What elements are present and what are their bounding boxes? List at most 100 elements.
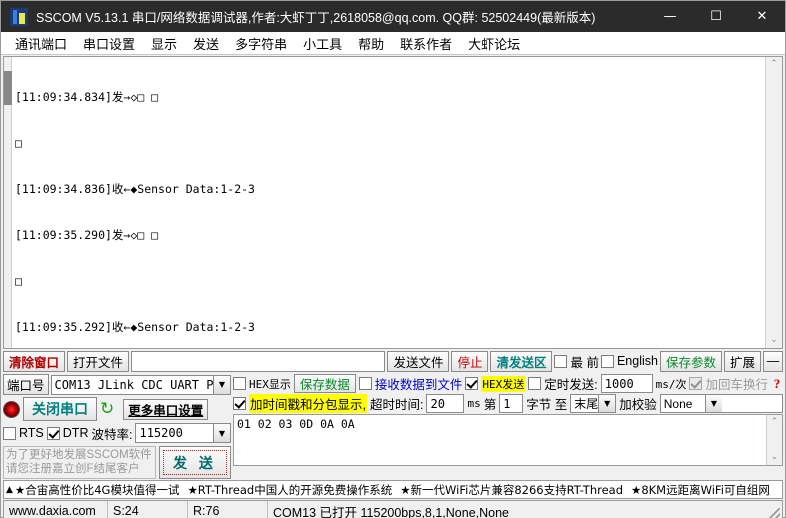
timed-send-checkbox-wrap[interactable]: 定时发送: xyxy=(528,374,598,393)
app-logo-icon xyxy=(10,7,28,26)
close-port-button[interactable]: 关闭串口 xyxy=(23,397,97,421)
options-row-2: 加时间戳和分包显示, 超时时间: 20 ms 第 1 字节 至 末尾 ▼ 加校验… xyxy=(233,394,783,413)
send-data-editor[interactable]: 01 02 03 0D 0A 0A ⌃ ⌄ xyxy=(233,414,783,466)
recv-to-file-checkbox-wrap[interactable]: 接收数据到文件 xyxy=(358,374,463,393)
receive-text[interactable]: [11:09:34.834]发→◇□ □ □ [11:09:34.836]收←◆… xyxy=(12,57,765,348)
open-file-button[interactable]: 打开文件 xyxy=(67,350,130,372)
minimize-button[interactable]: — xyxy=(647,1,693,32)
timed-send-input[interactable]: 1000 xyxy=(600,374,653,393)
english-checkbox-wrap[interactable]: English xyxy=(600,354,658,368)
menu-bar: 通讯端口 串口设置 显示 发送 多字符串 小工具 帮助 联系作者 大虾论坛 xyxy=(1,32,785,55)
clear-send-area-button[interactable]: 清发送区 xyxy=(490,350,553,372)
chevron-down-icon[interactable]: ▼ xyxy=(705,395,722,412)
dtr-checkbox[interactable] xyxy=(46,426,60,440)
file-path-input[interactable] xyxy=(131,350,386,372)
topmost-checkbox[interactable] xyxy=(554,354,568,368)
port-row: 端口号 COM13 JLink CDC UART Port ▼ xyxy=(3,374,231,395)
crlf-checkbox-wrap[interactable]: 加回车换行 xyxy=(689,374,768,393)
crlf-checkbox xyxy=(689,377,703,390)
topmost-label: 最 前 xyxy=(570,355,599,370)
menu-item-comm-port[interactable]: 通讯端口 xyxy=(7,32,75,55)
collapse-button[interactable]: — xyxy=(763,350,783,372)
clear-window-button[interactable]: 清除窗口 xyxy=(3,350,66,372)
ad-item[interactable]: ★合宙高性价比4G模块值得一试 xyxy=(15,482,180,498)
receive-left-scrollbar-thumb[interactable] xyxy=(4,71,12,105)
timestamp-checkbox-wrap[interactable]: 加时间戳和分包显示, xyxy=(233,394,367,413)
scroll-down-icon[interactable]: ⌄ xyxy=(770,333,778,348)
save-data-button[interactable]: 保存数据 xyxy=(293,374,356,393)
maximize-button[interactable]: ☐ xyxy=(693,1,739,32)
menu-item-help[interactable]: 帮助 xyxy=(350,32,392,55)
hex-send-checkbox-wrap[interactable]: HEX发送 xyxy=(465,375,526,392)
send-data-text[interactable]: 01 02 03 0D 0A 0A xyxy=(234,415,766,465)
rts-label: RTS xyxy=(19,426,44,440)
receive-right-scrollbar[interactable]: ⌃ ⌄ xyxy=(765,57,782,348)
ad-item[interactable]: ★8KM远距离WiFi可自组网 xyxy=(631,482,770,498)
port-select[interactable]: COM13 JLink CDC UART Port ▼ xyxy=(50,374,231,395)
send-file-button[interactable]: 发送文件 xyxy=(387,350,450,372)
save-params-button[interactable]: 保存参数 xyxy=(659,350,722,372)
topmost-checkbox-wrap[interactable]: 最 前 xyxy=(554,352,599,371)
extend-button[interactable]: 扩展 xyxy=(723,350,761,372)
timed-send-checkbox[interactable] xyxy=(528,377,542,390)
status-website[interactable]: www.daxia.com xyxy=(4,501,108,518)
stop-button[interactable]: 停止 xyxy=(451,350,489,372)
status-received-count: R:76 xyxy=(188,501,268,518)
byte-from-input[interactable]: 1 xyxy=(499,394,524,413)
menu-item-contact-author[interactable]: 联系作者 xyxy=(392,32,460,55)
timed-send-unit: ms/次 xyxy=(655,377,687,391)
menu-item-display[interactable]: 显示 xyxy=(143,32,185,55)
hex-display-checkbox[interactable] xyxy=(233,377,246,390)
scroll-down-icon[interactable]: ⌄ xyxy=(771,450,779,465)
recv-to-file-checkbox[interactable] xyxy=(358,377,372,390)
ad-item[interactable]: ★RT-Thread中国人的开源免费操作系统 xyxy=(187,482,392,498)
byte-mid-label: 字节 至 xyxy=(526,398,568,412)
menu-item-tools[interactable]: 小工具 xyxy=(295,32,350,55)
ad-banner[interactable]: ▲ ★合宙高性价比4G模块值得一试 ★RT-Thread中国人的开源免费操作系统… xyxy=(3,480,783,499)
status-sent-count: S:24 xyxy=(108,501,188,518)
chevron-down-icon[interactable]: ▼ xyxy=(213,424,230,442)
log-line: [11:09:35.290]发→◇□ □ xyxy=(15,228,159,242)
menu-item-multi-string[interactable]: 多字符串 xyxy=(227,32,295,55)
serial-config-column: 端口号 COM13 JLink CDC UART Port ▼ 关闭串口 ↻ 更… xyxy=(3,374,231,479)
byte-to-select[interactable]: 末尾 ▼ xyxy=(570,394,617,413)
chevron-down-icon[interactable]: ▼ xyxy=(598,395,616,412)
menu-item-send[interactable]: 发送 xyxy=(185,32,227,55)
checksum-value: None xyxy=(663,396,693,411)
recv-to-file-label: 接收数据到文件 xyxy=(374,378,463,392)
resize-grip-icon[interactable] xyxy=(768,508,780,518)
hex-send-checkbox[interactable] xyxy=(465,377,479,390)
timestamp-checkbox[interactable] xyxy=(233,397,246,410)
port-select-value: COM13 JLink CDC UART Port xyxy=(54,377,231,392)
receive-area[interactable]: [11:09:34.834]发→◇□ □ □ [11:09:34.836]收←◆… xyxy=(3,56,783,349)
english-checkbox[interactable] xyxy=(600,354,614,368)
scroll-up-icon[interactable]: ⌃ xyxy=(770,57,778,72)
baud-rate-select[interactable]: 115200 ▼ xyxy=(135,423,231,443)
timeout-input[interactable]: 20 xyxy=(426,394,465,413)
baud-rate-value: 115200 xyxy=(139,426,183,440)
send-editor-scrollbar[interactable]: ⌃ ⌄ xyxy=(766,415,782,465)
close-button[interactable]: ✕ xyxy=(739,1,785,32)
refresh-ports-icon[interactable]: ↻ xyxy=(100,400,114,418)
promo-send-row: 为了更好地发展SSCOM软件 请您注册嘉立创F结尾客户 发 送 xyxy=(3,446,231,479)
receive-left-scrollbar[interactable] xyxy=(4,57,12,348)
help-icon[interactable]: ? xyxy=(771,376,783,392)
rts-checkbox[interactable] xyxy=(3,426,16,440)
ad-item[interactable]: ★新一代WiFi芯片兼容8266支持RT-Thread xyxy=(400,482,623,498)
baud-rate-label: 波特率: xyxy=(91,427,133,442)
rts-checkbox-wrap[interactable]: RTS xyxy=(3,426,44,440)
checksum-select[interactable]: None ▼ xyxy=(659,394,783,413)
port-control-row: 关闭串口 ↻ 更多串口设置 xyxy=(3,397,231,421)
menu-item-forum[interactable]: 大虾论坛 xyxy=(460,32,528,55)
more-serial-settings-button[interactable]: 更多串口设置 xyxy=(123,398,209,420)
hex-display-checkbox-wrap[interactable]: HEX显示 xyxy=(233,376,291,392)
dtr-checkbox-wrap[interactable]: DTR xyxy=(46,426,88,440)
send-button[interactable]: 发 送 xyxy=(159,446,231,479)
options-row-1: HEX显示 保存数据 接收数据到文件 HEX发送 定时发送: 1000 ms/次 xyxy=(233,374,783,393)
scroll-up-icon[interactable]: ⌃ xyxy=(771,415,779,430)
title-bar: SSCOM V5.13.1 串口/网络数据调试器,作者:大虾丁丁,2618058… xyxy=(1,1,785,32)
promo-line-1: 为了更好地发展SSCOM软件 xyxy=(6,449,152,461)
menu-item-serial-settings[interactable]: 串口设置 xyxy=(75,32,143,55)
english-label: English xyxy=(616,354,658,368)
chevron-down-icon[interactable]: ▼ xyxy=(213,375,230,394)
